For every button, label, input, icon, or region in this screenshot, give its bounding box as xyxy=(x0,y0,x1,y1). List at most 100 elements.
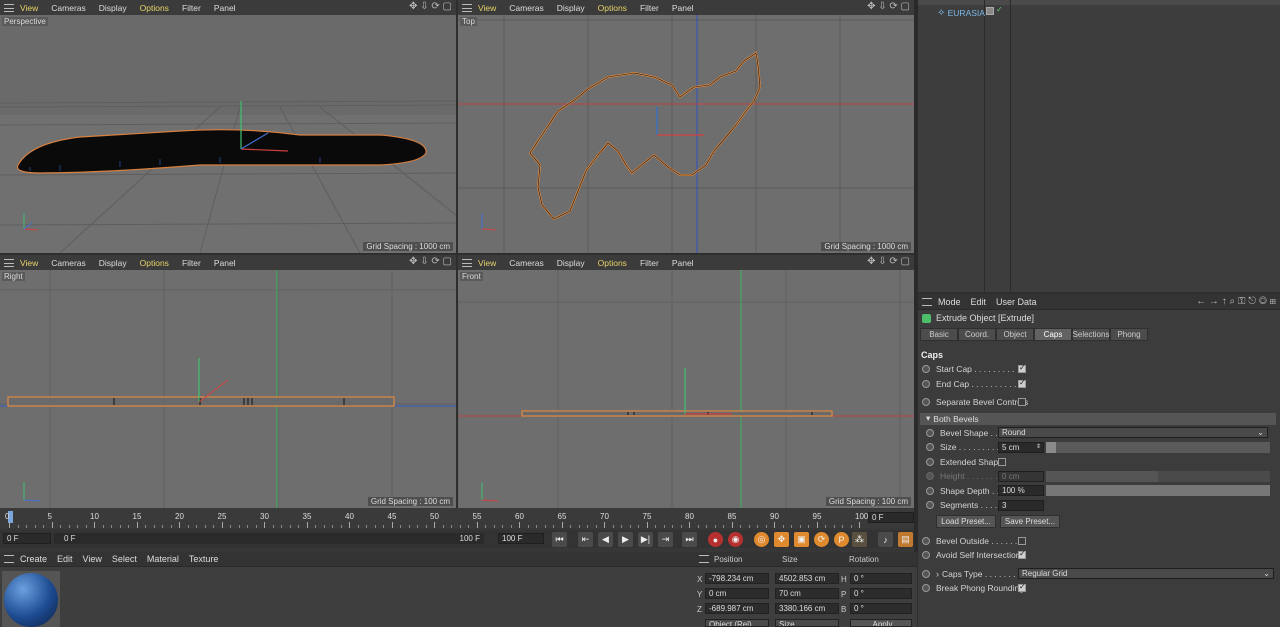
viewport-nav-icons[interactable]: ✥ ⇩ ⟳ ▢ xyxy=(867,256,910,267)
avoid-self-checkbox[interactable] xyxy=(1018,549,1026,560)
menu-filter[interactable]: Filter xyxy=(182,258,201,268)
keyframe-dot[interactable] xyxy=(922,398,930,407)
menu-cameras[interactable]: Cameras xyxy=(509,3,543,13)
viewport-perspective[interactable]: View Cameras Display Options Filter Pane… xyxy=(0,0,456,253)
tab-phong[interactable]: Phong xyxy=(1110,328,1148,341)
rotation-key-icon[interactable]: ⟳ xyxy=(814,532,829,547)
extended-shape-checkbox[interactable] xyxy=(998,457,1006,466)
start-frame-input[interactable]: 0 F xyxy=(3,533,51,544)
parameter-key-icon[interactable]: P xyxy=(834,532,849,547)
menu-view[interactable]: View xyxy=(20,258,38,268)
keyframe-dot[interactable] xyxy=(922,569,930,578)
size-mode-select[interactable]: Size xyxy=(775,619,839,627)
menu-material[interactable]: Material xyxy=(147,554,179,564)
menu-options[interactable]: Options xyxy=(140,258,169,268)
shape-depth-input[interactable]: 100 % xyxy=(998,485,1044,497)
menu-view[interactable]: View xyxy=(478,258,496,268)
hamburger-icon[interactable] xyxy=(4,555,14,563)
menu-view[interactable]: View xyxy=(478,3,496,13)
menu-mode[interactable]: Mode xyxy=(938,297,961,307)
viewport-nav-icons[interactable]: ✥ ⇩ ⟳ ▢ xyxy=(867,1,910,12)
viewport-nav-icons[interactable]: ✥ ⇩ ⟳ ▢ xyxy=(409,256,452,267)
keyframe-dot[interactable] xyxy=(926,486,934,495)
tab-caps[interactable]: Caps xyxy=(1034,328,1072,341)
size-x-input[interactable]: 4502.853 cm xyxy=(775,573,839,584)
next-key-icon[interactable]: ⇥ xyxy=(658,532,673,547)
next-frame-icon[interactable]: ▶| xyxy=(638,532,653,547)
apply-button[interactable]: Apply xyxy=(850,619,912,627)
menu-options[interactable]: Options xyxy=(598,258,627,268)
shape-depth-slider[interactable] xyxy=(1046,485,1270,497)
menu-texture[interactable]: Texture xyxy=(189,554,219,564)
menu-filter[interactable]: Filter xyxy=(640,3,659,13)
rotation-b-input[interactable]: 0 ° xyxy=(850,603,912,614)
viewport-canvas[interactable]: Top Grid Spacing : 1000 cm xyxy=(458,15,914,253)
menu-options[interactable]: Options xyxy=(598,3,627,13)
viewport-top[interactable]: View Cameras Display Options Filter Pane… xyxy=(458,0,914,253)
keyframe-dot[interactable] xyxy=(926,428,934,437)
visibility-icon[interactable]: ✓ xyxy=(996,5,1003,14)
viewport-nav-icons[interactable]: ✥ ⇩ ⟳ ▢ xyxy=(409,1,452,12)
hamburger-icon[interactable] xyxy=(4,258,14,267)
menu-edit[interactable]: Edit xyxy=(971,297,987,307)
start-cap-checkbox[interactable] xyxy=(1018,363,1026,374)
viewport-front[interactable]: View Cameras Display Options Filter Pane… xyxy=(458,255,914,508)
menu-panel[interactable]: Panel xyxy=(214,258,236,268)
object-name[interactable]: EURASIA xyxy=(948,8,985,18)
hamburger-icon[interactable] xyxy=(699,555,709,563)
tab-object[interactable]: Object xyxy=(996,328,1034,341)
hamburger-icon[interactable] xyxy=(462,3,472,12)
hamburger-icon[interactable] xyxy=(462,258,472,267)
break-phong-checkbox[interactable] xyxy=(1018,582,1026,593)
position-x-input[interactable]: -798.234 cm xyxy=(705,573,769,584)
current-frame-input[interactable]: 0 F xyxy=(868,512,914,523)
keyframe-dot[interactable] xyxy=(922,584,930,593)
frame-range-bar[interactable]: 0 F 100 F xyxy=(54,533,484,544)
caps-type-select[interactable]: Regular Grid ⌄ xyxy=(1018,568,1274,580)
menu-panel[interactable]: Panel xyxy=(672,3,694,13)
size-input[interactable]: 5 cm ⇕ xyxy=(998,441,1044,453)
timeline-ruler[interactable]: 0 F 0 5 10 15 20 25 30 35 40 45 50 55 60 65 70 75 80 85 90… xyxy=(0,508,918,528)
sound-icon[interactable]: ♪ xyxy=(878,532,893,547)
menu-cameras[interactable]: Cameras xyxy=(51,258,85,268)
material-thumbnail[interactable] xyxy=(2,571,60,627)
layer-icon[interactable] xyxy=(986,7,994,15)
keyframe-dot[interactable] xyxy=(926,501,934,510)
play-icon[interactable]: ▶ xyxy=(618,532,633,547)
pla-key-icon[interactable]: ⁂ xyxy=(852,532,867,547)
prev-frame-icon[interactable]: ◀ xyxy=(598,532,613,547)
keyframe-dot[interactable] xyxy=(922,365,930,374)
record-icon[interactable]: ● xyxy=(708,532,723,547)
segments-input[interactable]: 3 xyxy=(998,499,1044,511)
menu-display[interactable]: Display xyxy=(99,258,127,268)
rotation-h-input[interactable]: 0 ° xyxy=(850,573,912,584)
autokey-icon[interactable]: ◉ xyxy=(728,532,743,547)
menu-create[interactable]: Create xyxy=(20,554,47,564)
coordinate-mode-select[interactable]: Object (Rel) xyxy=(705,619,769,627)
load-preset-button[interactable]: Load Preset... xyxy=(936,515,996,528)
tab-basic[interactable]: Basic xyxy=(920,328,958,341)
menu-display[interactable]: Display xyxy=(557,258,585,268)
viewport-canvas[interactable]: Right Grid Spacing : 100 cm xyxy=(0,270,456,508)
menu-filter[interactable]: Filter xyxy=(182,3,201,13)
both-bevels-group[interactable]: ▾ Both Bevels xyxy=(920,412,1276,425)
object-row[interactable]: ⟡ EURASIA xyxy=(938,7,985,18)
bevel-outside-checkbox[interactable] xyxy=(1018,536,1026,545)
end-cap-checkbox[interactable] xyxy=(1018,378,1026,388)
menu-select[interactable]: Select xyxy=(112,554,137,564)
menu-cameras[interactable]: Cameras xyxy=(509,258,543,268)
prev-key-icon[interactable]: ⇤ xyxy=(578,532,593,547)
viewport-canvas[interactable]: Perspective Grid Spacing : 1000 cm xyxy=(0,15,456,253)
menu-display[interactable]: Display xyxy=(557,3,585,13)
chevron-right-icon[interactable]: › xyxy=(936,569,939,579)
menu-view[interactable]: View xyxy=(20,3,38,13)
hamburger-icon[interactable] xyxy=(4,3,14,12)
object-manager[interactable]: ⟡ EURASIA ✓ xyxy=(918,0,1280,292)
viewport-canvas[interactable]: Front Grid Spacing : 100 cm xyxy=(458,270,914,508)
position-key-icon[interactable]: ✥ xyxy=(774,532,789,547)
tab-selections[interactable]: Selections xyxy=(1072,328,1110,341)
viewport-right[interactable]: View Cameras Display Options Filter Pane… xyxy=(0,255,456,508)
keyframe-dot[interactable] xyxy=(922,551,930,560)
menu-view[interactable]: View xyxy=(83,554,102,564)
menu-options[interactable]: Options xyxy=(140,3,169,13)
